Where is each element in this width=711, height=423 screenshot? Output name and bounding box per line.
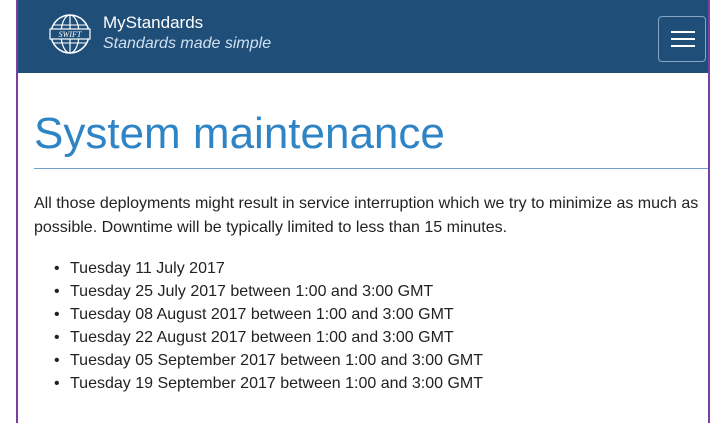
list-item: • Tuesday 25 July 2017 between 1:00 and 3… <box>54 283 434 300</box>
swift-globe-logo-icon[interactable]: SWIFT <box>48 12 92 56</box>
date-text: Tuesday 11 July 2017 <box>70 260 225 277</box>
date-text: Tuesday 25 July 2017 between 1:00 and 3:… <box>70 283 434 300</box>
page-title: System maintenance <box>34 109 445 158</box>
list-item: • Tuesday 08 August 2017 between 1:00 and… <box>54 306 454 323</box>
hamburger-menu-icon <box>671 38 695 40</box>
logo-text: SWIFT <box>59 30 82 39</box>
date-text: Tuesday 22 August 2017 between 1:00 and … <box>70 329 454 346</box>
date-text: Tuesday 08 August 2017 between 1:00 and … <box>70 306 454 323</box>
title-divider <box>34 168 708 169</box>
browser-frame: SWIFT MyStandards Standards made simple … <box>16 0 710 423</box>
intro-paragraph: All those deployments might result in se… <box>34 195 699 236</box>
date-text: Tuesday 19 September 2017 between 1:00 a… <box>70 375 484 392</box>
navbar: SWIFT MyStandards Standards made simple <box>18 0 708 73</box>
list-item: • Tuesday 11 July 2017 <box>54 260 225 277</box>
list-item: • Tuesday 19 September 2017 between 1:00 … <box>54 375 484 392</box>
maintenance-dates-list: • Tuesday 11 July 2017 • Tuesday 25 July 2… <box>54 257 483 395</box>
date-text: Tuesday 05 September 2017 between 1:00 a… <box>70 352 484 369</box>
brand-title[interactable]: MyStandards <box>103 13 203 33</box>
hamburger-menu-icon <box>671 31 695 33</box>
list-item: • Tuesday 05 September 2017 between 1:00 … <box>54 352 484 369</box>
hamburger-menu-button[interactable] <box>658 16 706 62</box>
brand-subtitle: Standards made simple <box>103 35 272 52</box>
list-item: • Tuesday 22 August 2017 between 1:00 and… <box>54 329 454 346</box>
hamburger-menu-icon <box>671 45 695 47</box>
